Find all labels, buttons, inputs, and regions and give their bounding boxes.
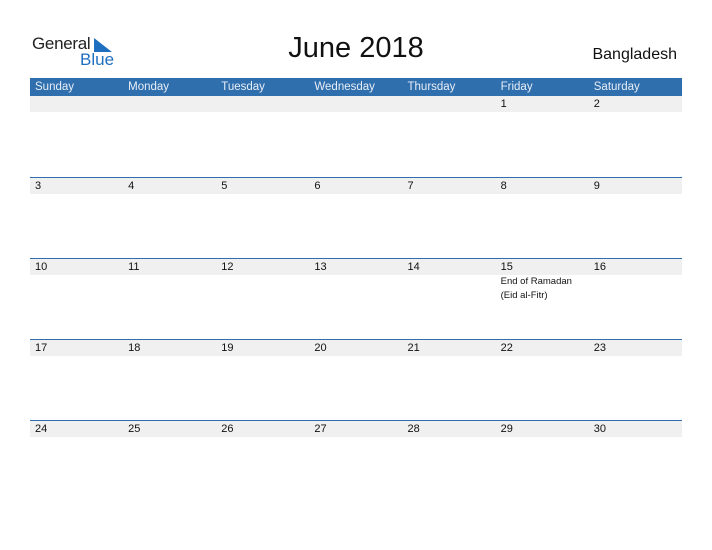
day-number: 25 [128, 423, 141, 435]
day-number: 1 [500, 98, 507, 110]
day-number: 17 [35, 342, 48, 354]
day-number: 27 [314, 423, 327, 435]
day-number: 26 [221, 423, 234, 435]
weekday-monday: Monday [128, 81, 170, 93]
day-cell: 8 [496, 178, 589, 194]
week-row: 24 25 26 27 28 29 30 [30, 420, 682, 501]
week-row: 12 [30, 96, 682, 177]
day-cell: 22 [496, 340, 589, 356]
day-number: 21 [407, 342, 420, 354]
weekday-wednesday: Wednesday [314, 81, 375, 93]
day-cell: 30 [589, 421, 682, 437]
week-row: 10 11 12 13 14 15 End of Ramadan (Eid al-Fitr)… [30, 258, 682, 339]
day-cell [30, 96, 123, 112]
weekday-tuesday: Tuesday [221, 81, 265, 93]
day-number: 20 [314, 342, 327, 354]
day-cell: 6 [309, 178, 402, 194]
week-row: 17 18 19 20 21 22 23 [30, 339, 682, 420]
day-cell: 28 [403, 421, 496, 437]
day-cell: 3 [30, 178, 123, 194]
calendar-grid: Sunday Monday Tuesday Wednesday Thursday… [30, 78, 682, 501]
day-cell: 17 [30, 340, 123, 356]
day-cell [403, 96, 496, 112]
day-cell: 25 [123, 421, 216, 437]
day-cell: 1 [496, 96, 589, 112]
day-number: 19 [221, 342, 234, 354]
day-cell: 27 [309, 421, 402, 437]
day-number: 4 [128, 180, 135, 192]
day-cell [309, 96, 402, 112]
day-number: 22 [500, 342, 513, 354]
weekday-sunday: Sunday [35, 81, 75, 93]
day-cell: 23 [589, 340, 682, 356]
day-number: 24 [35, 423, 48, 435]
day-cell: 4 [123, 178, 216, 194]
weekday-friday: Friday [500, 81, 533, 93]
country-label: Bangladesh [592, 46, 677, 63]
day-cell: 5 [216, 178, 309, 194]
weekday-header: Sunday Monday Tuesday Wednesday Thursday… [30, 78, 682, 96]
day-cell: 29 [496, 421, 589, 437]
holiday-event: End of Ramadan (Eid al-Fitr) [500, 276, 572, 301]
day-cell: 7 [403, 178, 496, 194]
day-number: 9 [593, 180, 600, 192]
day-number: 3 [35, 180, 42, 192]
day-cell: 2 [589, 96, 682, 112]
week-cells: 12 [30, 96, 682, 112]
day-number: 2 [593, 98, 600, 110]
day-cell: 10 [30, 259, 123, 303]
day-number: 10 [35, 261, 48, 273]
day-cell [216, 96, 309, 112]
day-number: 15 [500, 261, 513, 273]
day-cell: 11 [123, 259, 216, 303]
day-number: 11 [128, 261, 140, 273]
day-cell: 9 [589, 178, 682, 194]
day-cell: 21 [403, 340, 496, 356]
day-number: 6 [314, 180, 321, 192]
day-cell: 14 [403, 259, 496, 303]
weekday-saturday: Saturday [593, 81, 640, 93]
day-cell: 24 [30, 421, 123, 437]
week-cells: 3 4 5 6 7 8 9 [30, 178, 682, 194]
day-number: 18 [128, 342, 141, 354]
week-row: 3 4 5 6 7 8 9 [30, 177, 682, 258]
week-cells: 24 25 26 27 28 29 30 [30, 421, 682, 437]
day-cell: 13 [309, 259, 402, 303]
day-cell: 12 [216, 259, 309, 303]
day-number: 30 [593, 423, 606, 435]
day-number: 29 [500, 423, 513, 435]
day-cell: 19 [216, 340, 309, 356]
day-number: 16 [593, 261, 606, 273]
day-cell: 15 End of Ramadan (Eid al-Fitr) [496, 259, 589, 303]
day-number: 23 [593, 342, 606, 354]
day-number: 14 [407, 261, 420, 273]
day-number: 8 [500, 180, 507, 192]
day-number: 28 [407, 423, 420, 435]
day-number: 13 [314, 261, 327, 273]
week-cells: 17 18 19 20 21 22 23 [30, 340, 682, 356]
day-number: 5 [221, 180, 228, 192]
day-number: 12 [221, 261, 234, 273]
day-cell: 20 [309, 340, 402, 356]
day-cell: 18 [123, 340, 216, 356]
week-cells: 10 11 12 13 14 15 End of Ramadan (Eid al-Fitr)… [30, 259, 682, 303]
day-number: 7 [407, 180, 414, 192]
day-cell [123, 96, 216, 112]
day-cell: 16 [589, 259, 682, 303]
weeks-container: 1 2 3 4 5 6 7 8 9 10 11 12 13 14 15 End of Ramadan (Eid… [30, 96, 682, 501]
weekday-thursday: Thursday [407, 81, 456, 93]
day-cell: 26 [216, 421, 309, 437]
